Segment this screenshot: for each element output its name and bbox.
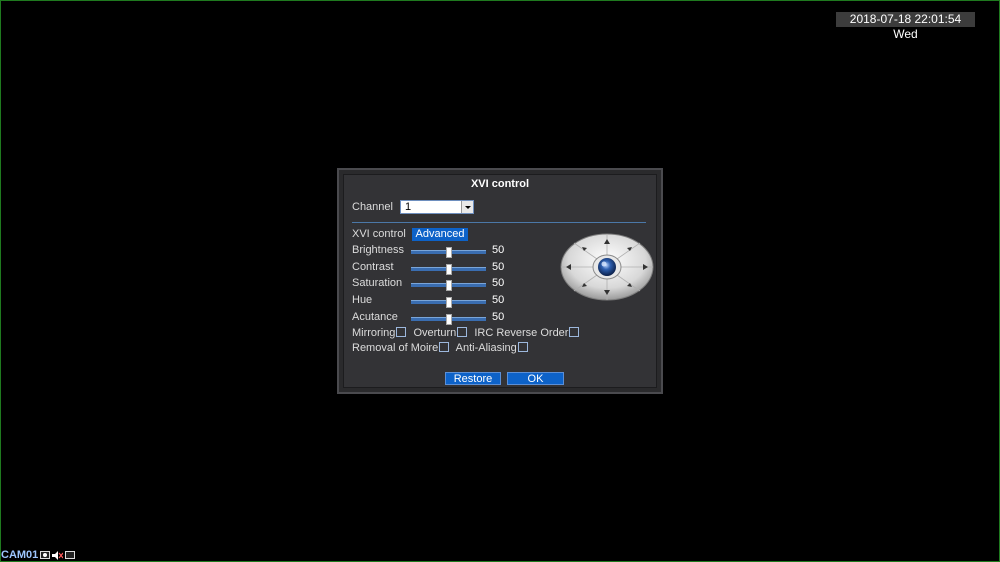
- brightness-label: Brightness: [352, 244, 404, 256]
- camera-label: CAM01: [1, 549, 39, 561]
- saturation-label: Saturation: [352, 277, 403, 289]
- contrast-slider[interactable]: [411, 264, 486, 275]
- contrast-value: 50: [492, 261, 505, 273]
- saturation-value: 50: [492, 277, 505, 289]
- anti-aliasing-label: Anti-Aliasing: [455, 342, 517, 354]
- contrast-label: Contrast: [352, 261, 394, 273]
- ptz-control-pad[interactable]: [560, 233, 654, 301]
- hue-label: Hue: [352, 294, 373, 306]
- removal-moire-label: Removal of Moire: [352, 342, 439, 354]
- channel-select[interactable]: 1: [400, 200, 474, 214]
- acutance-slider[interactable]: [411, 314, 486, 325]
- channel-value: 1: [405, 201, 412, 213]
- mirroring-label: Mirroring: [352, 327, 396, 339]
- ok-button[interactable]: OK: [507, 372, 564, 385]
- brightness-slider[interactable]: [411, 247, 486, 258]
- slider-thumb[interactable]: [446, 297, 452, 308]
- saturation-slider[interactable]: [411, 280, 486, 291]
- irc-reverse-checkbox[interactable]: [569, 327, 580, 337]
- acutance-value: 50: [492, 311, 505, 323]
- mirroring-checkbox[interactable]: [396, 327, 407, 337]
- camera-icon: [65, 551, 76, 559]
- irc-reverse-label: IRC Reverse Order: [474, 327, 569, 339]
- checkbox-row-2: Removal of Moire Anti-Aliasing: [352, 342, 532, 354]
- record-icon: [40, 551, 51, 559]
- camera-status-bar: CAM01: [1, 549, 76, 561]
- brightness-value: 50: [492, 244, 505, 256]
- audio-muted-icon: [52, 551, 64, 560]
- overturn-checkbox[interactable]: [457, 327, 468, 337]
- xvi-control-label: XVI control: [352, 228, 406, 240]
- slider-thumb[interactable]: [446, 247, 452, 258]
- channel-label: Channel: [352, 201, 393, 213]
- checkbox-row-1: Mirroring Overturn IRC Reverse Order: [352, 327, 583, 339]
- dialog-title: XVI control: [470, 178, 530, 190]
- slider-thumb[interactable]: [446, 314, 452, 325]
- divider: [352, 222, 646, 223]
- xvi-control-dialog: XVI control Channel 1 XVI control Advanc…: [337, 168, 663, 394]
- slider-thumb[interactable]: [446, 264, 452, 275]
- acutance-label: Acutance: [352, 311, 398, 323]
- hue-value: 50: [492, 294, 505, 306]
- hue-slider[interactable]: [411, 297, 486, 308]
- chevron-down-icon[interactable]: [461, 201, 473, 213]
- slider-thumb[interactable]: [446, 280, 452, 291]
- overturn-label: Overturn: [413, 327, 457, 339]
- advanced-button[interactable]: Advanced: [412, 228, 468, 241]
- dialog-body: XVI control Channel 1 XVI control Advanc…: [343, 174, 657, 388]
- datetime-display: 2018-07-18 22:01:54 Wed: [836, 12, 975, 41]
- restore-button[interactable]: Restore: [445, 372, 501, 385]
- removal-moire-checkbox[interactable]: [439, 342, 450, 352]
- anti-aliasing-checkbox[interactable]: [517, 342, 528, 352]
